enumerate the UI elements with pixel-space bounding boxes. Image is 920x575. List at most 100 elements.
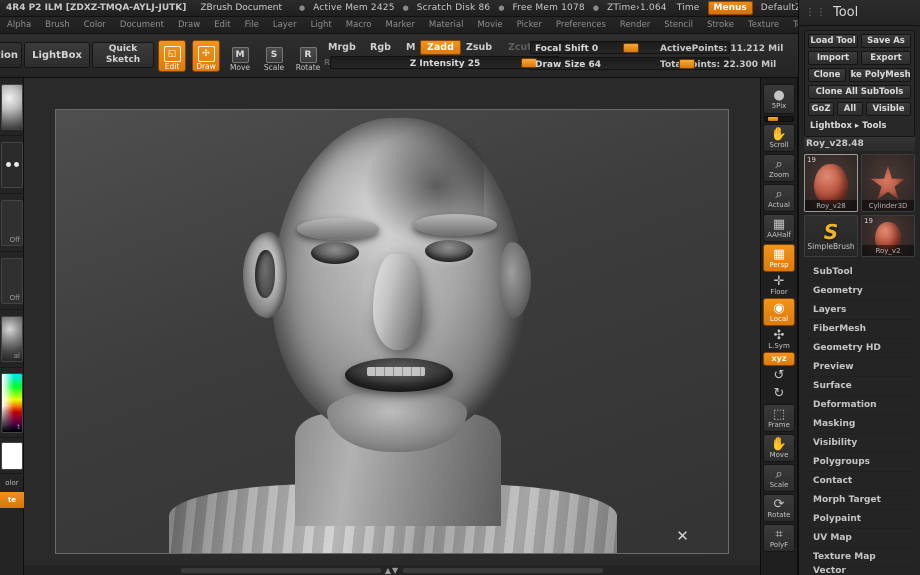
vtool-scroll-button[interactable]: ✋ Scroll <box>763 124 795 152</box>
vtool-aahalf-button[interactable]: ▦ AAHalf <box>763 214 795 242</box>
menu-item-stroke[interactable]: Stroke <box>700 17 741 34</box>
section-fibermesh[interactable]: FiberMesh <box>804 320 915 339</box>
texture-thumb[interactable]: Off <box>1 199 23 246</box>
scroll-arrows-icon[interactable]: ▲▼ <box>381 566 403 575</box>
vtool-rotate-button[interactable]: ⟳ Rotate <box>763 494 795 522</box>
section-visibility[interactable]: Visibility <box>804 434 915 453</box>
rgb-button[interactable]: Rgb <box>370 42 391 53</box>
draw-size-slider[interactable]: Draw Size 64 <box>530 57 730 70</box>
vtool-5pix-button[interactable]: ● 5Pix <box>763 84 795 114</box>
sidebar-item-texture[interactable]: Off <box>0 194 24 252</box>
sidebar-item-switch-color[interactable]: olor <box>0 474 24 492</box>
vtool-move-button[interactable]: ✋ Move <box>763 434 795 462</box>
quick-sketch-button[interactable]: Quick Sketch <box>92 42 154 68</box>
tool-thumb-roy-2[interactable]: 19 Roy_v2 <box>861 215 915 257</box>
rotate-button[interactable]: R Rotate <box>294 40 322 72</box>
section-subtool[interactable]: SubTool <box>804 263 915 282</box>
vtool-actual-button[interactable]: ⌕ Actual <box>763 184 795 212</box>
section-surface[interactable]: Surface <box>804 377 915 396</box>
menu-item-brush[interactable]: Brush <box>38 17 77 34</box>
canvas-scrollbar[interactable]: ▲▼ <box>24 565 760 575</box>
make-polymesh3d-button[interactable]: Make PolyMesh3D <box>849 68 911 82</box>
sculpt-model[interactable] <box>169 114 617 553</box>
section-layers[interactable]: Layers <box>804 301 915 320</box>
goz-button[interactable]: GoZ <box>808 102 834 116</box>
pixel-size-knob[interactable] <box>768 117 778 121</box>
menus-button[interactable]: Menus <box>707 1 753 15</box>
stencil-thumb[interactable]: Off <box>1 257 23 304</box>
mrgb-button[interactable]: Mrgb <box>328 42 356 53</box>
canvas-area[interactable]: ✕ <box>24 78 760 575</box>
section-polygroups[interactable]: Polygroups <box>804 453 915 472</box>
section-deformation[interactable]: Deformation <box>804 396 915 415</box>
export-button[interactable]: Export <box>861 51 911 65</box>
vtool-scale-button[interactable]: ⌕ Scale <box>763 464 795 492</box>
section-texture-map[interactable]: Texture Map <box>804 548 915 567</box>
menu-item-movie[interactable]: Movie <box>470 17 509 34</box>
draw-button[interactable]: ✣ Draw <box>192 40 220 72</box>
document-canvas[interactable]: ✕ <box>55 109 729 554</box>
menu-item-material[interactable]: Material <box>422 17 471 34</box>
menu-item-picker[interactable]: Picker <box>510 17 549 34</box>
goz-visible-button[interactable]: Visible <box>866 102 911 116</box>
lightbox-tools-button[interactable]: Lightbox ▸ Tools <box>808 119 911 133</box>
goz-all-button[interactable]: All <box>837 102 863 116</box>
section-uv-map[interactable]: UV Map <box>804 529 915 548</box>
focal-shift-slider[interactable]: Focal Shift 0 <box>530 41 730 54</box>
section-geometry[interactable]: Geometry <box>804 282 915 301</box>
menu-item-alpha[interactable]: Alpha <box>0 17 38 34</box>
vtool-redo-button[interactable]: ↻ <box>763 386 795 402</box>
alpha-preview-thumb[interactable] <box>1 141 23 188</box>
vtool-floor-button[interactable]: ✛ Floor <box>763 274 795 296</box>
menu-item-macro[interactable]: Macro <box>339 17 379 34</box>
lightbox-button[interactable]: LightBox <box>24 42 90 68</box>
menu-item-document[interactable]: Document <box>113 17 171 34</box>
scrollbar-thumb[interactable] <box>403 567 604 573</box>
projection-button[interactable]: tion <box>0 42 22 68</box>
material-thumb[interactable]: al <box>1 315 23 362</box>
vtool-local-button[interactable]: ◉ Local <box>763 298 795 326</box>
menu-item-marker[interactable]: Marker <box>379 17 422 34</box>
sidebar-item-material[interactable]: al <box>0 310 24 368</box>
edit-button[interactable]: ◱ Edit <box>158 40 186 72</box>
section-preview[interactable]: Preview <box>804 358 915 377</box>
zcut-button[interactable]: Zcut <box>508 42 532 53</box>
menu-item-layer[interactable]: Layer <box>266 17 304 34</box>
move-button[interactable]: M Move <box>226 40 254 72</box>
menu-item-file[interactable]: File <box>238 17 266 34</box>
sidebar-item-gradient-toggle[interactable]: te <box>0 492 24 508</box>
color-swatch-thumb[interactable] <box>1 441 23 470</box>
zsub-button[interactable]: Zsub <box>466 42 492 53</box>
menu-item-preferences[interactable]: Preferences <box>549 17 613 34</box>
clone-button[interactable]: Clone <box>808 68 846 82</box>
pixel-size-slider[interactable] <box>764 116 794 122</box>
save-as-button[interactable]: Save As <box>861 34 911 48</box>
section-masking[interactable]: Masking <box>804 415 915 434</box>
vtool-frame-button[interactable]: ⬚ Frame <box>763 404 795 432</box>
menu-item-edit[interactable]: Edit <box>207 17 237 34</box>
vtool-zoom-button[interactable]: ⌕ Zoom <box>763 154 795 182</box>
menu-item-stencil[interactable]: Stencil <box>657 17 700 34</box>
vtool-undo-button[interactable]: ↺ <box>763 368 795 384</box>
clone-all-subtools-button[interactable]: Clone All SubTools <box>808 85 911 99</box>
tool-thumb-cylinder3d[interactable]: Cylinder3D <box>861 154 915 212</box>
sidebar-item-color-picker[interactable]: t <box>0 368 24 438</box>
section-polypaint[interactable]: Polypaint <box>804 510 915 529</box>
menu-item-draw[interactable]: Draw <box>171 17 207 34</box>
zadd-button[interactable]: Zadd <box>420 40 461 55</box>
vtool-persp-button[interactable]: ▦ Persp <box>763 244 795 272</box>
z-intensity-slider[interactable]: Z Intensity 25 <box>330 56 560 69</box>
section-vector-displacement-map[interactable]: Vector Displacement Map <box>804 566 915 575</box>
menu-item-color[interactable]: Color <box>77 17 113 34</box>
scrollbar-thumb[interactable] <box>180 567 381 573</box>
scale-button[interactable]: S Scale <box>260 40 288 72</box>
menu-item-render[interactable]: Render <box>613 17 657 34</box>
sidebar-item-material-preview[interactable] <box>0 78 24 136</box>
tool-thumb-simplebrush[interactable]: S SimpleBrush <box>804 215 858 257</box>
menu-item-texture[interactable]: Texture <box>741 17 786 34</box>
section-morph-target[interactable]: Morph Target <box>804 491 915 510</box>
m-button[interactable]: M <box>406 42 415 53</box>
vtool-lsym-button[interactable]: ✣ L.Sym <box>763 328 795 350</box>
import-button[interactable]: Import <box>808 51 858 65</box>
material-preview-thumb[interactable] <box>1 83 23 130</box>
